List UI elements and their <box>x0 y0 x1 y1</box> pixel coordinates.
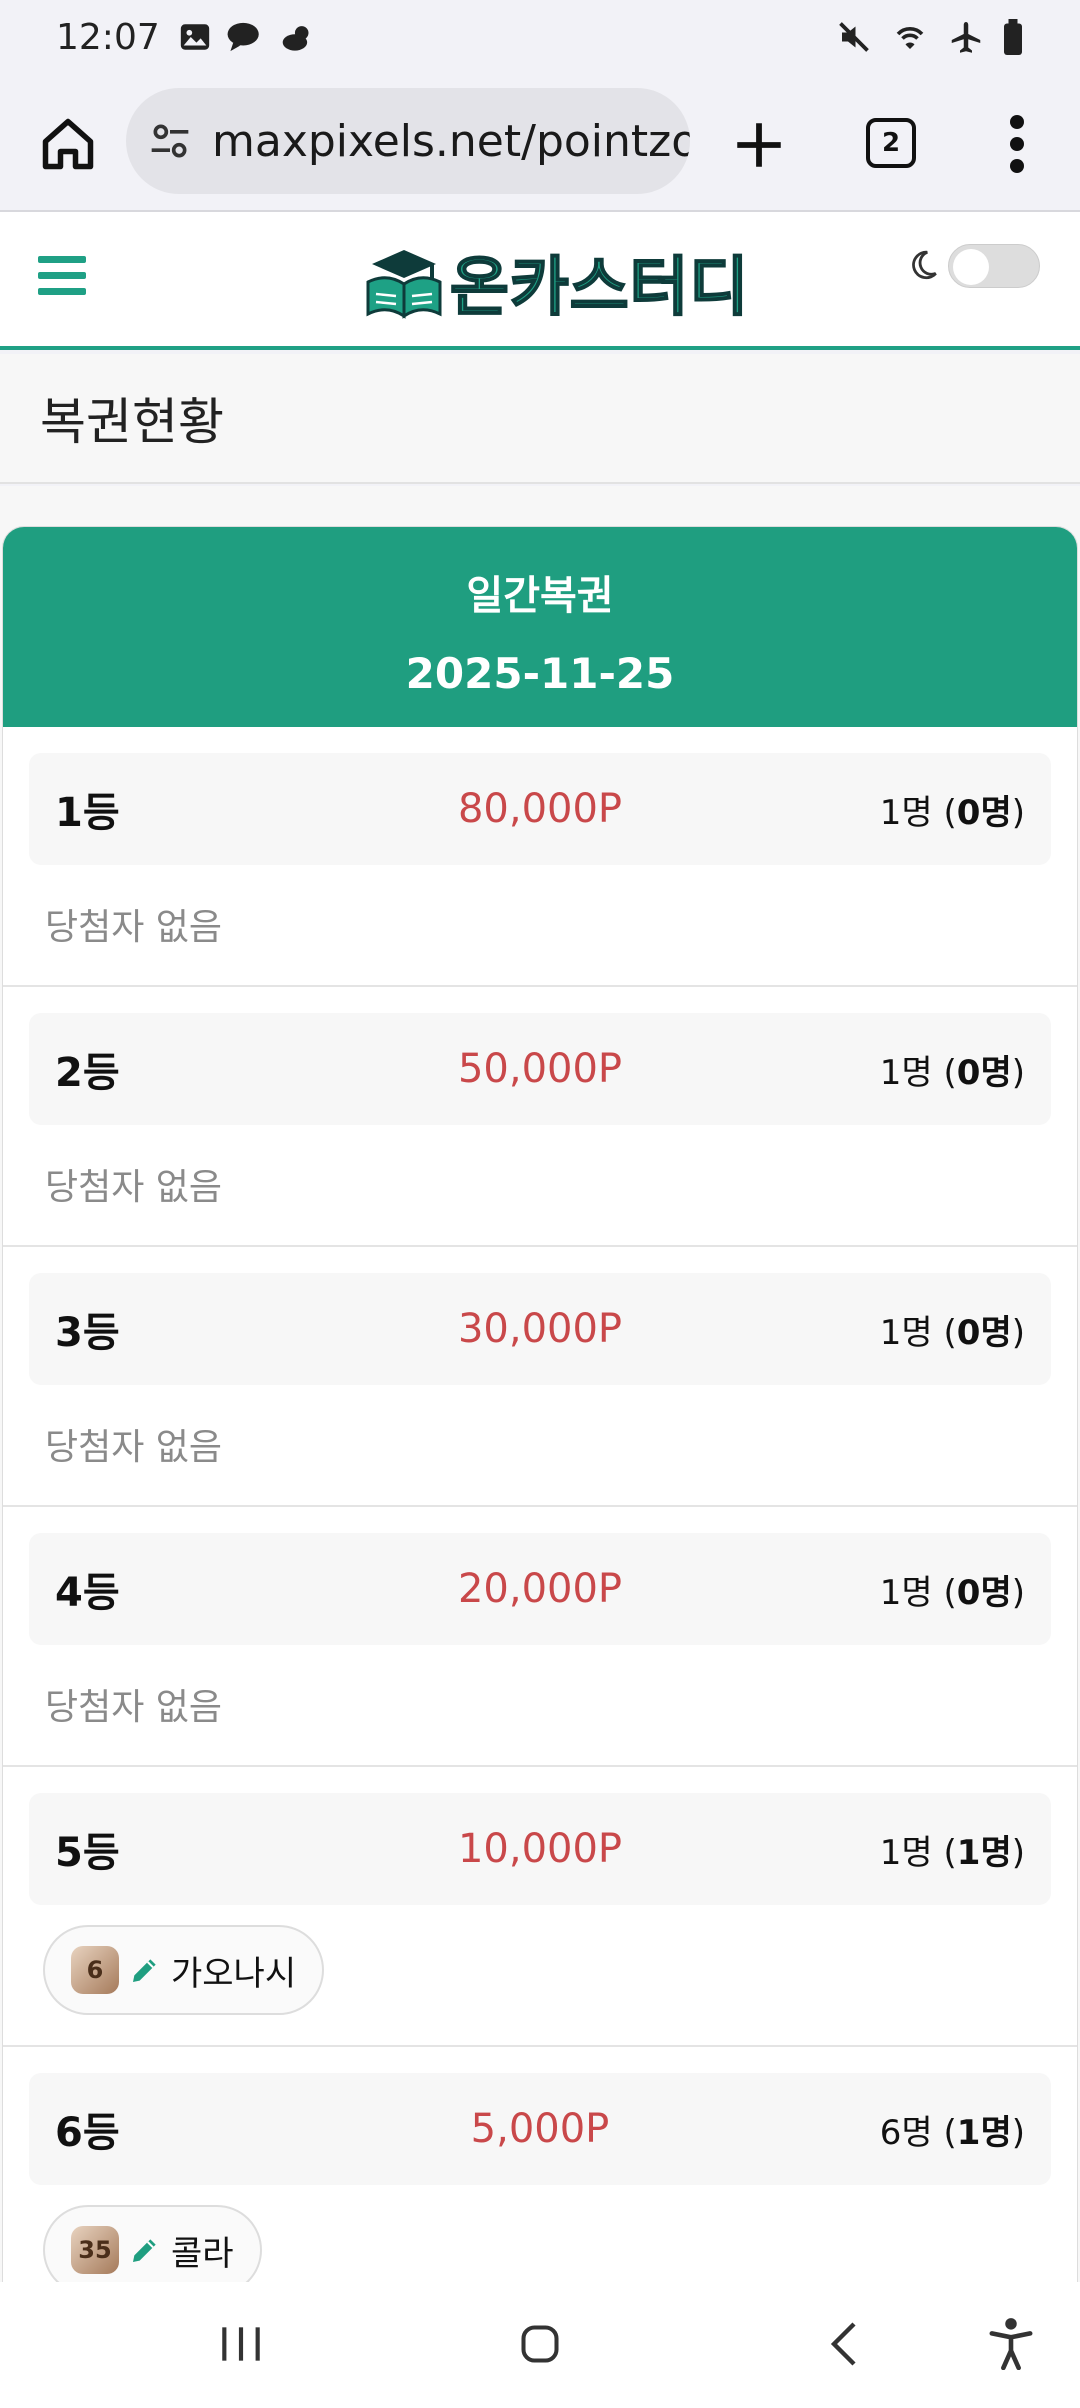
no-winner-text: 당첨자 없음 <box>45 1167 223 1208</box>
page-title-bar: 복권현황 <box>0 354 1080 484</box>
weather-icon <box>282 26 309 51</box>
page-title: 복권현황 <box>40 393 224 451</box>
rank-count: 1명 (0명) <box>879 792 1025 833</box>
book-cap-icon <box>366 250 442 319</box>
site-logo[interactable]: 온카스터디 <box>364 242 749 326</box>
wifi-icon <box>896 27 924 49</box>
rank-row: 1등 80,000P 1명 (0명) <box>29 753 1051 865</box>
level-badge: 6 <box>71 1946 119 1994</box>
lottery-card: 일간복권 2025-11-25 1등 80,000P 1명 (0명) 당첨자 없… <box>2 526 1078 2286</box>
level-badge: 35 <box>71 2226 119 2274</box>
winner-name: 콜라 <box>171 2233 234 2274</box>
site-settings-icon[interactable] <box>148 119 192 163</box>
winner-name: 가오나시 <box>171 1953 297 1994</box>
rank-row: 4등 20,000P 1명 (0명) <box>29 1533 1051 1645</box>
battery-icon <box>1004 19 1022 55</box>
rank-name: 5등 <box>55 1830 120 1876</box>
back-icon[interactable] <box>826 2320 862 2368</box>
lottery-date: 2025-11-25 <box>405 649 675 698</box>
chat-icon <box>227 22 259 52</box>
hamburger-menu-icon[interactable] <box>38 256 86 296</box>
rank-row: 2등 50,000P 1명 (0명) <box>29 1013 1051 1125</box>
no-winner-text: 당첨자 없음 <box>45 907 223 948</box>
moon-icon <box>912 250 937 280</box>
browser-toolbar: maxpixels.net/pointzone 2 <box>0 74 1080 212</box>
home-icon[interactable] <box>38 114 98 174</box>
status-bar: 12:07 <box>0 0 1080 74</box>
home-nav-icon[interactable] <box>518 2320 562 2368</box>
rank-row: 5등 10,000P 1명 (1명) <box>29 1793 1051 1905</box>
rank-row: 3등 30,000P 1명 (0명) <box>29 1273 1051 1385</box>
rank-section: 3등 30,000P 1명 (0명) 당첨자 없음 <box>3 1247 1077 1507</box>
status-time: 12:07 <box>56 16 160 58</box>
rank-section: 2등 50,000P 1명 (0명) 당첨자 없음 <box>3 987 1077 1247</box>
winner-chip[interactable]: 6 가오나시 <box>43 1925 325 2015</box>
winner-chip[interactable]: 35 콜라 <box>43 2205 262 2285</box>
no-winner-text: 당첨자 없음 <box>45 1427 223 1468</box>
rank-section: 4등 20,000P 1명 (0명) 당첨자 없음 <box>3 1507 1077 1767</box>
recent-apps-icon[interactable] <box>216 2322 266 2366</box>
lottery-type: 일간복권 <box>466 573 614 619</box>
rank-section: 1등 80,000P 1명 (0명) 당첨자 없음 <box>3 727 1077 987</box>
rank-count: 1명 (0명) <box>879 1052 1025 1093</box>
address-bar[interactable]: maxpixels.net/pointzone <box>126 88 690 194</box>
toggle-knob <box>953 249 989 285</box>
pencil-icon <box>133 1959 156 1982</box>
rank-section: 5등 10,000P 1명 (1명) 6 가오나시 <box>3 1767 1077 2047</box>
system-navigation-bar <box>0 2282 1080 2408</box>
rank-section: 6등 5,000P 6명 (1명) 35 콜라 <box>3 2047 1077 2285</box>
new-tab-icon[interactable] <box>730 116 788 174</box>
airplane-icon <box>951 22 981 53</box>
rank-name: 4등 <box>55 1570 120 1616</box>
rank-count: 6명 (1명) <box>879 2112 1025 2153</box>
no-winner-text: 당첨자 없음 <box>45 1687 223 1728</box>
rank-count: 1명 (0명) <box>879 1572 1025 1613</box>
site-header: 온카스터디 <box>0 212 1080 350</box>
rank-name: 2등 <box>55 1050 120 1096</box>
more-menu-icon[interactable] <box>1000 114 1034 174</box>
rank-count: 1명 (1명) <box>879 1832 1025 1873</box>
tab-count: 2 <box>881 128 901 158</box>
pencil-icon <box>133 2239 156 2262</box>
rank-name: 1등 <box>55 790 120 836</box>
url-text: maxpixels.net/pointzone <box>212 115 690 167</box>
logo-text: 온카스터디 <box>449 250 750 326</box>
gallery-icon <box>180 24 209 50</box>
tab-switcher-button[interactable]: 2 <box>866 118 916 168</box>
accessibility-icon[interactable] <box>988 2316 1034 2370</box>
rank-name: 3등 <box>55 1310 120 1356</box>
rank-row: 6등 5,000P 6명 (1명) <box>29 2073 1051 2185</box>
dark-mode-toggle[interactable] <box>948 244 1040 288</box>
lottery-card-header: 일간복권 2025-11-25 <box>3 527 1077 727</box>
rank-name: 6등 <box>55 2110 120 2156</box>
mute-icon <box>839 22 869 52</box>
rank-count: 1명 (0명) <box>879 1312 1025 1353</box>
